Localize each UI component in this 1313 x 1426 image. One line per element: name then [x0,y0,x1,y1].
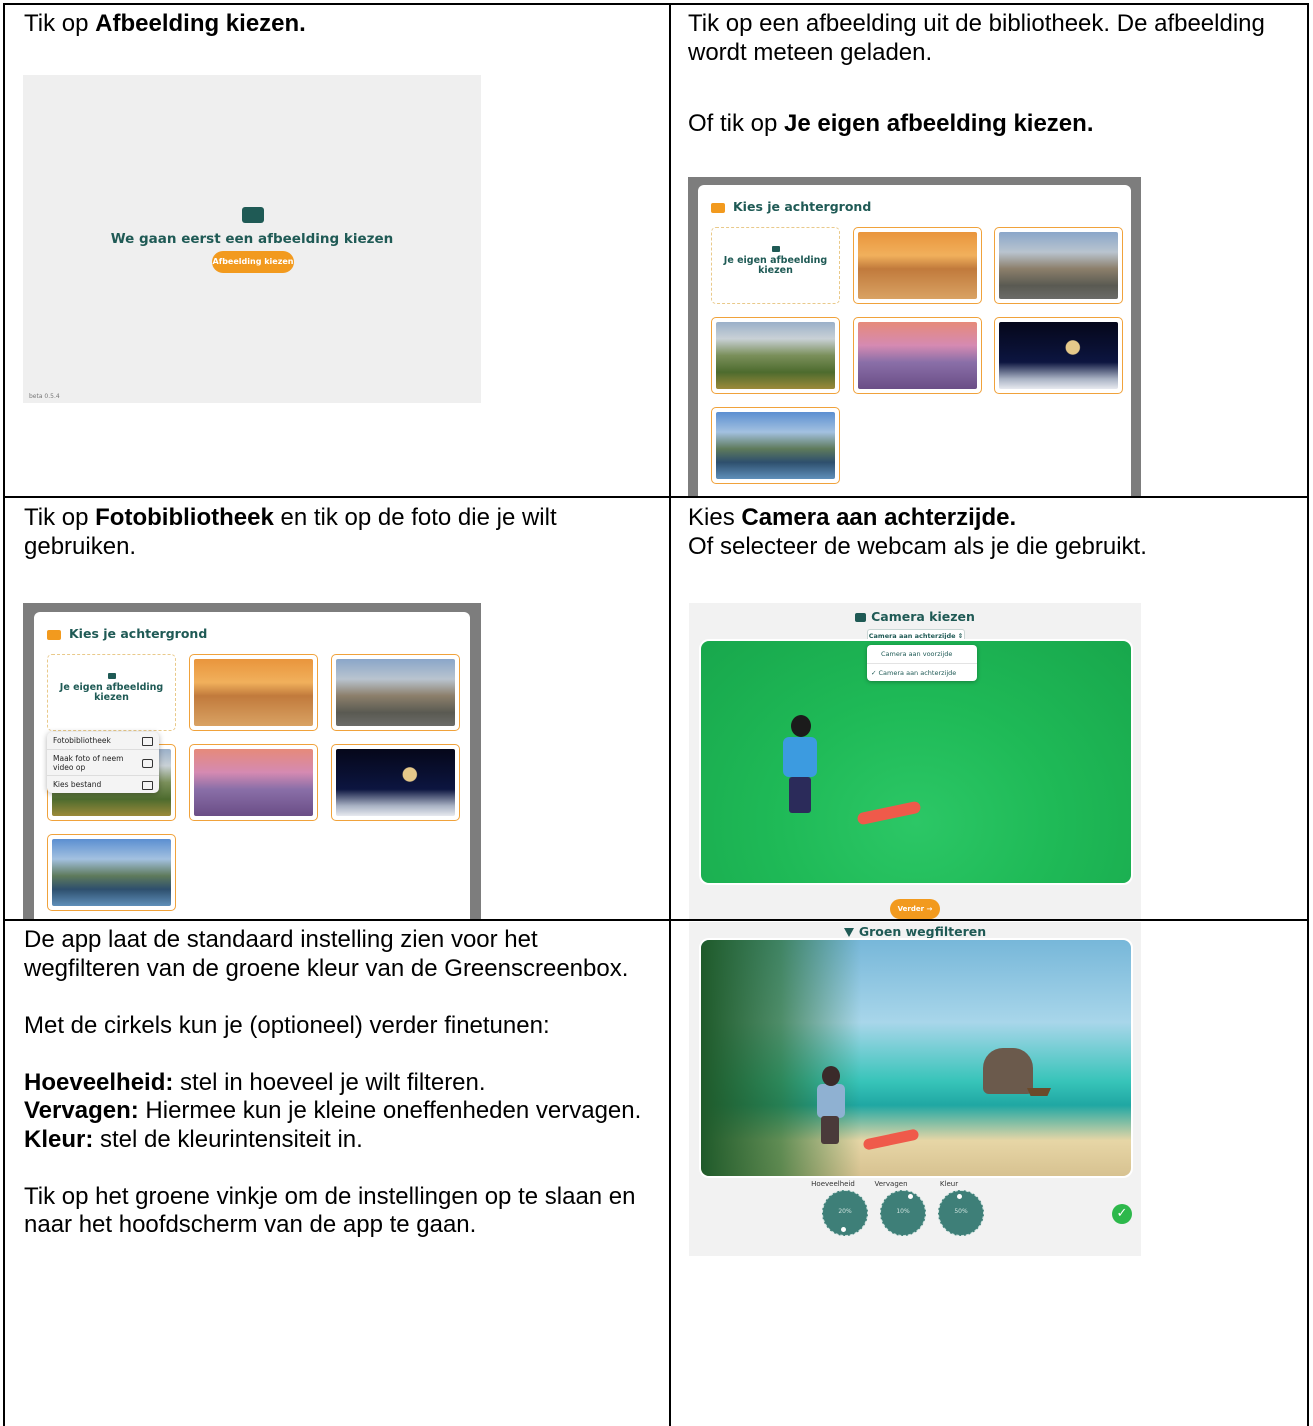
filter-preview [699,938,1133,1178]
cell-step-4: Kies Camera aan achterzijde. Of selecteer… [670,498,1307,919]
step-text: Of tik op Je eigen afbeelding kiezen. [688,110,1094,137]
cell-step-3: Tik op Fotobibliotheek en tik op de foto… [3,498,669,919]
instruction-table: Tik op Afbeelding kiezen. We gaan eerst … [3,3,1309,1426]
camera-icon [142,758,153,768]
dial-label: Vervagen [874,1180,908,1188]
image-icon [711,202,725,213]
dial-handle[interactable] [957,1194,962,1199]
screenshot-start-screen: We gaan eerst een afbeelding kiezen Afbe… [23,75,481,403]
own-image-tile[interactable]: Je eigen afbeelding kiezen [711,227,840,304]
image-icon [107,673,116,679]
step-text: Kies Camera aan achterzijde. Of selecteer… [688,504,1147,560]
doll-legs [821,1116,839,1144]
dial-color[interactable]: 50% [938,1190,984,1236]
tile-village[interactable] [331,654,460,731]
tile-space[interactable] [994,317,1123,394]
tile-valley[interactable] [711,317,840,394]
filter-icon [843,928,854,937]
filter-title: Groen wegfilteren [689,924,1141,939]
image-icon [242,207,264,223]
cell-step-6: Groen wegfilteren Hoeveelheid Vervagen K… [670,921,1307,1426]
screenshot-background-picker: Kies je achtergrond Je eigen afbeelding … [688,177,1141,496]
option-front-camera[interactable]: Camera aan voorzijde [867,645,977,664]
dial-label: Hoeveelheid [811,1180,855,1188]
cell-step-1: Tik op Afbeelding kiezen. We gaan eerst … [3,3,669,496]
start-title: We gaan eerst een afbeelding kiezen [110,231,394,247]
doll-head [822,1066,840,1086]
version-label: beta 0.5.4 [29,393,60,400]
doll-figure [783,737,817,777]
setting-amount: Hoeveelheid: stel in hoeveel je wilt fil… [24,1068,486,1096]
tile-windmill[interactable] [711,407,840,484]
confirm-check-icon[interactable]: ✓ [1112,1204,1132,1224]
file-source-menu: Fotobibliotheek Maak foto of neem video … [47,732,159,793]
folder-icon [142,780,153,790]
photos-icon [142,736,153,746]
camera-icon [855,613,867,622]
dial-handle[interactable] [908,1194,913,1199]
step-text: Tik op Fotobibliotheek en tik op de foto… [24,504,557,560]
choose-image-button[interactable]: Afbeelding kiezen [212,251,294,273]
setting-blur: Vervagen: Hiermee kun je kleine oneffenh… [24,1097,642,1124]
picker-panel: Kies je achtergrond Je eigen afbeelding … [34,612,470,919]
tile-desert[interactable] [853,227,982,304]
picker-panel: Kies je achtergrond Je eigen afbeelding … [698,185,1131,496]
cell-step-5: De app laat de standaard instelling zien… [3,921,669,1426]
doll-head [791,715,811,737]
option-back-camera[interactable]: ✓ Camera aan achterzijde [867,664,977,682]
table-border-right [1307,3,1309,1426]
tile-village[interactable] [994,227,1123,304]
rock [983,1048,1033,1094]
doll-figure [817,1084,845,1118]
setting-color: Kleur: stel de kleurintensiteit in. [24,1125,363,1153]
paragraph: Tik op het groene vinkje om de instellin… [24,1182,636,1239]
menu-item-photo-library[interactable]: Fotobibliotheek [47,732,159,750]
cell-step-2: Tik op een afbeelding uit de bibliotheek… [670,3,1307,496]
tile-tree[interactable] [189,744,318,821]
camera-title: Camera kiezen [689,609,1141,624]
tile-windmill[interactable] [47,834,176,911]
camera-options-dropdown: Camera aan voorzijde ✓ Camera aan achter… [867,645,977,681]
menu-item-camera[interactable]: Maak foto of neem video op [47,750,159,776]
own-image-tile[interactable]: Je eigen afbeelding kiezen [47,654,176,731]
tile-desert[interactable] [189,654,318,731]
step-text: Tik op Afbeelding kiezen. [24,10,306,37]
paragraph: Met de cirkels kun je (optioneel) verder… [24,1011,550,1039]
screenshot-green-filter: Groen wegfilteren Hoeveelheid Vervagen K… [689,922,1141,1256]
dial-blur[interactable]: 10% [880,1190,926,1236]
picker-header: Kies je achtergrond [711,199,871,214]
step-text: De app laat de standaard instelling zien… [24,926,659,1240]
step-text: Tik op een afbeelding uit de bibliotheek… [688,10,1265,66]
dial-amount[interactable]: 20% [822,1190,868,1236]
tile-space[interactable] [331,744,460,821]
next-button[interactable]: Verder → [890,899,940,919]
menu-item-choose-file[interactable]: Kies bestand [47,776,159,793]
tile-tree[interactable] [853,317,982,394]
dial-handle[interactable] [841,1227,846,1232]
picker-header: Kies je achtergrond [47,626,207,641]
doll-legs [789,777,811,813]
screenshot-photo-library: Kies je achtergrond Je eigen afbeelding … [23,603,481,919]
paragraph: De app laat de standaard instelling zien… [24,926,629,982]
dial-label: Kleur [939,1180,959,1188]
image-icon [47,629,61,640]
screenshot-camera-select: Camera kiezen Camera aan achterzijde ⇕ C… [689,603,1141,919]
image-icon [771,246,780,252]
